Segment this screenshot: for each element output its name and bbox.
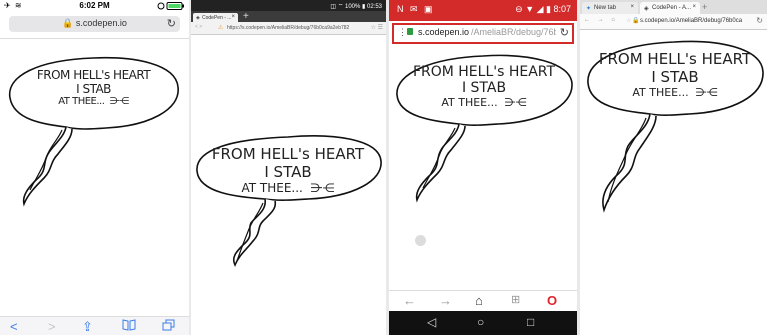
bubble-text: FROM HELL's HEART I STAB AT THEE... ⋺⋲ [584,50,766,99]
chrome-tablet-panel: ✦ New tab × ◈ CodePen - A... × + ← → ⌂ ☆… [580,0,767,335]
opera-bottom-nav: ← → ⌂ ⊞ O [389,290,577,311]
forward-button[interactable]: → [439,293,452,308]
new-tab-button[interactable]: + [243,11,249,22]
new-tab-icon: ✦ [586,6,592,12]
bubble-line-3: AT THEE... ⋺⋲ [441,96,527,109]
tabs-icon[interactable]: ⊞ [511,293,520,306]
opera-panel: N ✉ ▣ ⊖ ▼ ◢ ▮ 8:07 ⋮ s.codepen.io /Ameli… [389,0,577,335]
home-icon[interactable]: ⌂ [475,293,483,308]
speech-bubble: FROM HELL's HEART I STAB AT THEE... ⋺⋲ [193,123,383,273]
status-icons: ⊖ ▼ ◢ ▮ 8:07 [515,4,571,14]
tab-label: New tab [594,5,617,11]
bubble-line-3: AT THEE... ⋺⋲ [632,86,718,99]
bubble-line-1: FROM HELL's HEART [36,68,151,82]
scroll-indicator-dot [415,235,426,246]
bubble-text: FROM HELL's HEART I STAB AT THEE... ⋺⋲ [193,145,383,195]
tab-codepen[interactable]: ◈ CodePen - ... × [193,13,238,22]
address-bar[interactable]: ⋮ s.codepen.io /AmeliaBR/debug/76b0ca9a2… [392,23,574,44]
bubble-line-1: FROM HELL's HEART [598,50,752,68]
reload-icon[interactable]: ↻ [756,16,763,25]
bubble-text: FROM HELL's HEART I STAB AT THEE... ⋺⋲ [6,68,181,107]
android-browser-panel: ◫ ⌔ 100% ▮ 02:53 ◈ CodePen - ... × + < >… [191,0,386,335]
tab-label: CodePen - A... [652,5,692,11]
back-button[interactable]: ← [403,293,416,308]
menu-icon[interactable]: ☆ ☰ [371,24,383,31]
opera-menu-icon[interactable]: O [547,293,557,308]
ios-address-bar[interactable]: 🔒 s.codepen.io ↻ [9,16,180,32]
bubble-line-2: I STAB [264,163,312,181]
recents-nav-icon[interactable]: □ [527,315,534,329]
nav-buttons[interactable]: < > [195,24,202,30]
tab-strip: ✦ New tab × ◈ CodePen - A... × + [580,0,767,14]
share-icon[interactable]: ⇪ [82,319,93,335]
address-bar[interactable]: ← → ⌂ ☆ 🔒 s.codepen.io/AmeliaBR/debug/76… [580,14,767,30]
speech-bubble: FROM HELL's HEART I STAB AT THEE... ⋺⋲ [393,50,575,220]
bubble-text: FROM HELL's HEART I STAB AT THEE... ⋺⋲ [393,64,575,109]
url-domain: s.codepen.io [418,27,470,37]
nav-buttons[interactable]: ← → ⌂ [584,17,618,23]
speech-bubble: FROM HELL's HEART I STAB AT THEE... ⋺⋲ [6,54,181,224]
status-icons: ◫ ⌔ 100% ▮ 02:53 [330,4,382,10]
bubble-line-2: I STAB [651,68,699,86]
ios-url-text: 🔒 s.codepen.io [62,18,127,28]
ios-safari-panel: ✈ ≋ 6:02 PM 🔒 s.codepen.io ↻ FROM HELL's… [0,0,189,335]
tabs-icon[interactable] [162,319,176,334]
reload-icon[interactable]: ↻ [560,26,569,39]
codepen-icon: ◈ [196,15,200,21]
ios-toolbar: < > ⇪ [0,316,189,335]
tab-label: CodePen - ... [202,15,232,21]
warning-icon: ⚠ [218,25,224,31]
new-tab-button[interactable]: + [702,2,712,12]
notification-icons: N ✉ ▣ [397,4,435,14]
bookmarks-icon[interactable] [122,319,136,334]
tab-codepen[interactable]: ◈ CodePen - A... × [640,2,700,14]
close-tab-icon[interactable]: × [231,14,235,20]
url-path: /AmeliaBR/debug/76b0ca9a2 [471,27,556,37]
speech-bubble: FROM HELL's HEART I STAB AT THEE... ⋺⋲ [584,36,766,226]
menu-icon[interactable]: ⋮ [398,27,407,38]
back-button[interactable]: < [10,319,18,334]
star-icon[interactable]: ☆ [626,17,631,24]
squiggle-glyph: ⋺⋲ [504,96,527,109]
bubble-line-2: I STAB [76,82,111,96]
lock-icon [407,28,413,35]
home-nav-icon[interactable]: ○ [477,315,484,329]
address-bar[interactable]: < > ⚠ https://s.codepen.io/AmeliaBR/debu… [191,22,386,35]
squiggle-glyph: ⋺⋲ [695,86,718,99]
squiggle-glyph: ⋺⋲ [109,96,130,107]
ios-status-bar: ✈ ≋ 6:02 PM [0,0,189,12]
close-tab-icon[interactable]: × [692,4,696,10]
tab-strip: ◈ CodePen - ... × + [191,11,386,22]
close-tab-icon[interactable]: × [630,4,634,10]
bubble-line-3: AT THEE... ⋺⋲ [58,96,130,107]
system-nav-bar: ◁ ○ □ [389,311,577,335]
back-nav-icon[interactable]: ◁ [427,315,436,329]
screenshot-strip: ✈ ≋ 6:02 PM 🔒 s.codepen.io ↻ FROM HELL's… [0,0,767,335]
reload-icon[interactable]: ↻ [167,17,176,30]
battery-icon [157,2,185,10]
forward-button[interactable]: > [48,319,56,334]
codepen-icon: ◈ [644,6,649,12]
lock-icon: 🔒 [632,18,640,24]
opera-status-bar: N ✉ ▣ ⊖ ▼ ◢ ▮ 8:07 [389,0,577,21]
bubble-line-1: FROM HELL's HEART [211,145,365,163]
android-status-bar: ◫ ⌔ 100% ▮ 02:53 [191,0,386,11]
url-text: s.codepen.io/AmeliaBR/debug/76b0ca [640,18,743,24]
divider [0,38,189,39]
bubble-line-1: FROM HELL's HEART [412,64,556,80]
squiggle-glyph: ⋺⋲ [310,181,335,195]
tab-new-tab[interactable]: ✦ New tab × [582,2,638,14]
bubble-line-2: I STAB [461,80,507,96]
url-text: https://s.codepen.io/AmeliaBR/debug/76b0… [227,25,350,31]
bubble-line-3: AT THEE... ⋺⋲ [241,181,335,195]
